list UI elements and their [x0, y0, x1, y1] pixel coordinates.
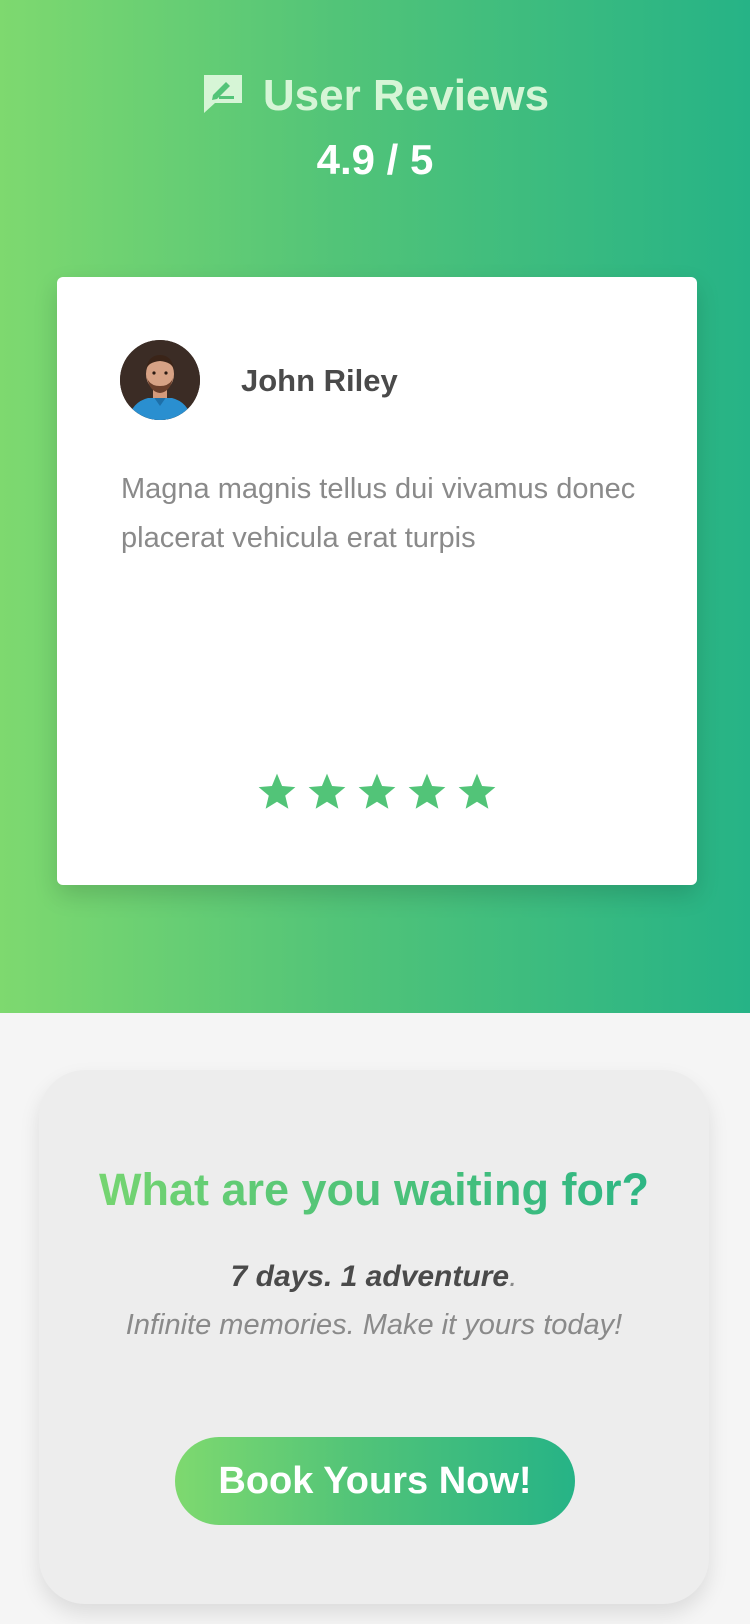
star-icon [408, 773, 446, 809]
review-card: John Riley Magna magnis tellus dui vivam… [57, 277, 697, 885]
review-text: Magna magnis tellus dui vivamus donec pl… [121, 473, 636, 554]
book-now-button[interactable]: Book Yours Now! [175, 1437, 575, 1525]
avatar [120, 340, 200, 420]
average-rating: 4.9 / 5 [316, 136, 434, 183]
cta-subtext: Infinite memories. Make it yours today! [125, 1309, 623, 1341]
hero-section: User Reviews 4.9 / 5 John Riley Magna ma… [0, 0, 750, 1013]
star-icon [308, 773, 346, 809]
section-title-text: User Reviews [262, 71, 550, 120]
cta-heading: What are you waiting for? [39, 1160, 709, 1220]
section-title: User Reviews [0, 66, 750, 126]
cta-tagline: 7 days. 1 adventure. [39, 1255, 709, 1299]
cta-section: What are you waiting for? 7 days. 1 adve… [0, 1013, 750, 1624]
cta-tagline-bold: 7 days. 1 adventure [230, 1260, 510, 1293]
cta-card: What are you waiting for? 7 days. 1 adve… [39, 1070, 709, 1604]
reviewer-name: John Riley [241, 363, 398, 398]
chat-edit-icon [203, 75, 242, 114]
star-icon [458, 773, 496, 809]
star-rating [57, 771, 697, 813]
cta-tagline-period: . [509, 1260, 518, 1293]
star-icon [258, 773, 296, 809]
star-icon [358, 773, 396, 809]
